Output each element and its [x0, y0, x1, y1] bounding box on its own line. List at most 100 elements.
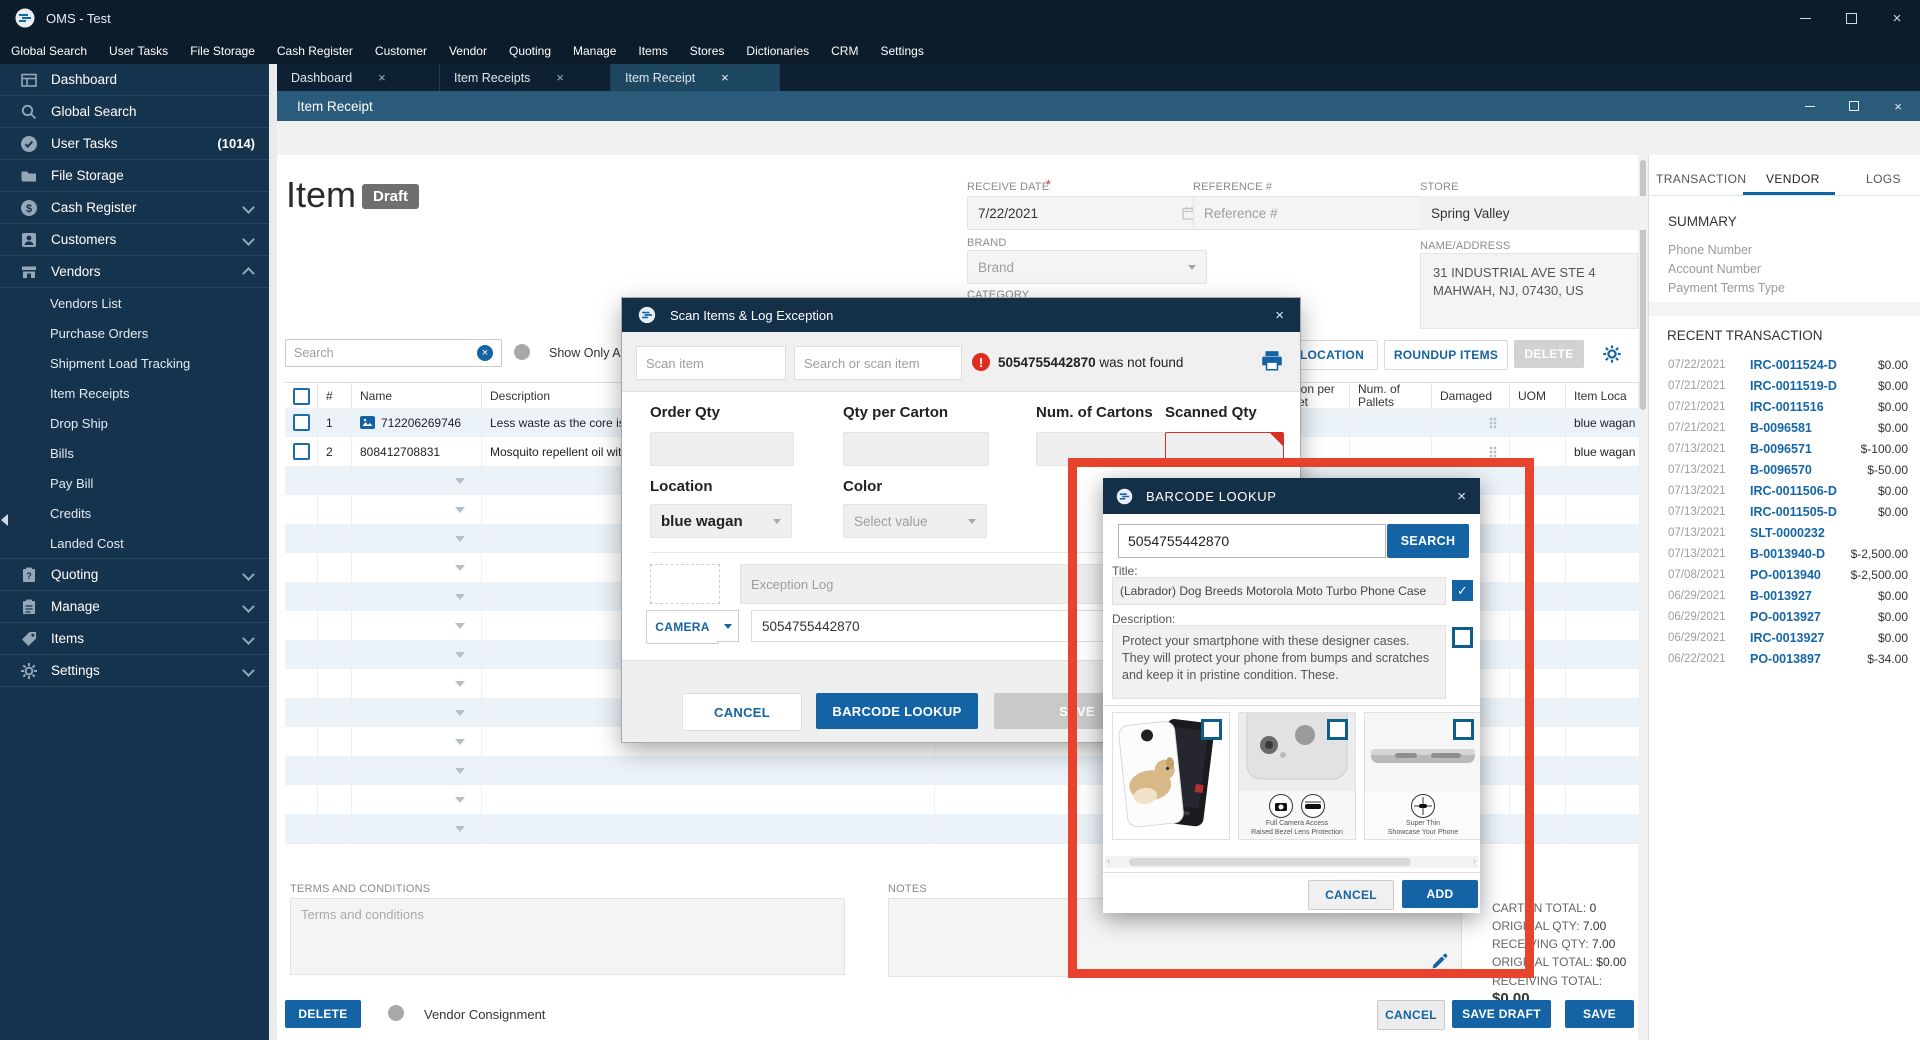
close-icon[interactable]: × [378, 70, 386, 85]
product-image-dog-case[interactable] [1112, 712, 1230, 840]
menu-settings[interactable]: Settings [869, 44, 934, 58]
save-draft-button[interactable]: SAVE DRAFT [1452, 1000, 1551, 1028]
column-num-of-pallets[interactable]: Num. of Pallets [1350, 383, 1432, 409]
brand-select[interactable]: Brand [967, 250, 1207, 284]
barcode-add-button[interactable]: ADD [1402, 880, 1478, 908]
row-dropdown-icon[interactable] [455, 564, 465, 571]
sidebar-item-item-receipts[interactable]: Item Receipts [0, 378, 269, 408]
transaction-link[interactable]: B-0013940-D [1750, 547, 1825, 561]
row-dropdown-icon[interactable] [455, 796, 465, 803]
sidebar-item-dashboard[interactable]: Dashboard [0, 64, 269, 96]
sidebar-item-quoting[interactable]: ? Quoting [0, 559, 269, 591]
row-dropdown-icon[interactable] [455, 535, 465, 542]
horizontal-scrollbar[interactable]: ‹ › [1105, 856, 1478, 868]
close-icon[interactable]: × [1876, 91, 1920, 121]
tab-item-receipt[interactable]: Item Receipt × [611, 64, 780, 91]
drag-handle-icon[interactable] [1489, 445, 1497, 458]
delete-receipt-button[interactable]: DELETE [285, 1000, 361, 1028]
result-title-field[interactable]: (Labrador) Dog Breeds Motorola Moto Turb… [1112, 577, 1446, 605]
menu-vendor[interactable]: Vendor [438, 44, 498, 58]
barcode-search-button[interactable]: SEARCH [1387, 524, 1469, 558]
scroll-right-icon[interactable]: › [1473, 856, 1476, 867]
sidebar-item-settings[interactable]: Settings [0, 655, 269, 687]
row-dropdown-icon[interactable] [455, 477, 465, 484]
transaction-link[interactable]: IRC-0011506-D [1750, 484, 1837, 498]
close-icon[interactable]: × [556, 70, 564, 85]
transaction-link[interactable]: B-0096581 [1750, 421, 1812, 435]
row-dropdown-icon[interactable] [455, 622, 465, 629]
product-image-camera-access[interactable]: Full Camera Access Raised Bezel Lens Pro… [1238, 712, 1356, 840]
print-icon[interactable] [1260, 350, 1284, 372]
row-checkbox[interactable] [292, 443, 310, 460]
barcode-search-input[interactable]: 5054755442870 [1118, 524, 1386, 558]
row-dropdown-icon[interactable] [455, 593, 465, 600]
close-icon[interactable]: × [1874, 0, 1920, 37]
menu-items[interactable]: Items [627, 44, 678, 58]
scan-item-input[interactable]: Scan item [636, 346, 786, 380]
column-name[interactable]: Name [352, 383, 482, 409]
sidebar-item-vendors-list[interactable]: Vendors List [0, 288, 269, 318]
close-icon[interactable]: × [1457, 488, 1466, 505]
color-select[interactable]: Select value [843, 504, 987, 538]
barcode-cancel-button[interactable]: CANCEL [1308, 880, 1394, 910]
transaction-link[interactable]: IRC-0011519-D [1750, 379, 1837, 393]
column-item-location[interactable]: Item Loca [1566, 383, 1640, 409]
camera-options-button[interactable] [717, 610, 739, 642]
sidebar-item-drop-ship[interactable]: Drop Ship [0, 408, 269, 438]
row-dropdown-icon[interactable] [455, 767, 465, 774]
row-dropdown-icon[interactable] [455, 709, 465, 716]
sidebar-item-user-tasks[interactable]: User Tasks (1014) [0, 128, 269, 160]
transaction-link[interactable]: PO-0013897 [1750, 652, 1821, 666]
menu-user-tasks[interactable]: User Tasks [98, 44, 179, 58]
sidebar-item-file-storage[interactable]: File Storage [0, 160, 269, 192]
search-input[interactable]: Search × [285, 339, 502, 367]
menu-manage[interactable]: Manage [562, 44, 627, 58]
column-uom[interactable]: UOM [1510, 383, 1566, 409]
menu-customer[interactable]: Customer [364, 44, 438, 58]
transaction-link[interactable]: IRC-0013927 [1750, 631, 1824, 645]
scroll-left-icon[interactable]: ‹ [1107, 856, 1110, 867]
sidebar-item-customers[interactable]: Customers [0, 224, 269, 256]
sidebar-item-purchase-orders[interactable]: Purchase Orders [0, 318, 269, 348]
select-all-checkbox[interactable] [292, 387, 310, 405]
sidebar-item-pay-bill[interactable]: Pay Bill [0, 468, 269, 498]
barcode-lookup-button[interactable]: BARCODE LOOKUP [816, 693, 978, 729]
tab-logs[interactable]: LOGS [1866, 172, 1901, 186]
grid-settings-gear-icon[interactable] [1602, 344, 1622, 364]
roundup-items-button[interactable]: ROUNDUP ITEMS [1384, 340, 1508, 370]
sidebar-item-global-search[interactable]: Global Search [0, 96, 269, 128]
menu-global-search[interactable]: Global Search [0, 44, 98, 58]
order-qty-input[interactable] [650, 432, 794, 466]
terms-textarea[interactable]: Terms and conditions [290, 898, 845, 975]
title-checkbox-checked[interactable]: ✓ [1452, 580, 1473, 601]
sidebar-item-credits[interactable]: Credits [0, 498, 269, 528]
transaction-link[interactable]: IRC-0011505-D [1750, 505, 1837, 519]
sidebar-item-items[interactable]: Items [0, 623, 269, 655]
sidebar-collapse-icon[interactable] [1, 514, 8, 526]
clear-search-icon[interactable]: × [477, 345, 493, 361]
restore-icon[interactable] [1828, 0, 1874, 37]
menu-crm[interactable]: CRM [820, 44, 869, 58]
tab-transaction[interactable]: TRANSACTION [1656, 172, 1746, 186]
transaction-link[interactable]: B-0013927 [1750, 589, 1812, 603]
transaction-link[interactable]: PO-0013940 [1750, 568, 1821, 582]
qty-per-carton-input[interactable] [843, 432, 989, 466]
row-dropdown-icon[interactable] [455, 506, 465, 513]
cancel-button[interactable]: CANCEL [1377, 1000, 1445, 1030]
location-select[interactable]: blue wagan [650, 504, 792, 538]
menu-cash-register[interactable]: Cash Register [266, 44, 364, 58]
scan-search-input[interactable]: Search or scan item [794, 346, 962, 380]
product-image-super-thin[interactable]: Super Thin Showcase Your Phone [1364, 712, 1480, 840]
exception-image-dropzone[interactable] [650, 564, 720, 604]
column-damaged[interactable]: Damaged [1432, 383, 1510, 409]
transaction-link[interactable]: IRC-0011524-D [1750, 358, 1837, 372]
image-select-checkbox[interactable] [1453, 719, 1474, 740]
restore-icon[interactable] [1832, 91, 1876, 121]
menu-quoting[interactable]: Quoting [498, 44, 562, 58]
scrollbar-thumb[interactable] [1129, 858, 1411, 866]
camera-button[interactable]: CAMERA [646, 610, 719, 644]
sidebar-item-landed-cost[interactable]: Landed Cost [0, 528, 269, 559]
transaction-link[interactable]: B-0096570 [1750, 463, 1812, 477]
sidebar-item-vendors[interactable]: Vendors [0, 256, 269, 288]
sidebar-item-bills[interactable]: Bills [0, 438, 269, 468]
